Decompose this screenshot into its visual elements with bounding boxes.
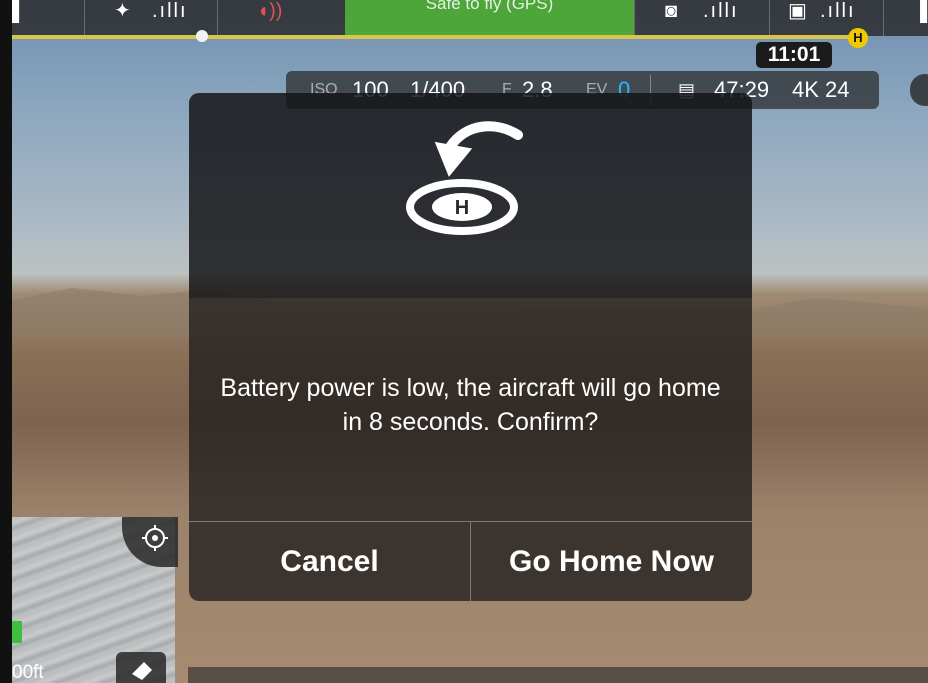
video-signal-bars-icon: .ıllı	[703, 0, 739, 22]
drone-icon: ◙	[665, 0, 678, 22]
go-home-now-button[interactable]: Go Home Now	[471, 522, 752, 601]
bottom-telemetry-bar	[188, 667, 928, 683]
eraser-icon	[132, 662, 152, 680]
safe-to-fly-label: Safe to fly (GPS)	[425, 0, 554, 13]
flight-mode-icon: ▌	[12, 0, 27, 22]
satellite-icon: ✦	[114, 0, 131, 22]
gps-signal-bars-icon: .ıllı	[152, 0, 188, 22]
status-bar: ▌ ✦ .ıllı ◖)) Safe to fly (GPS) ◙ .ıllı …	[12, 0, 928, 36]
remote-signal-segment[interactable]: ◖))	[217, 0, 346, 36]
dialog-message: Battery power is low, the aircraft will …	[220, 374, 721, 436]
camera-view: ▌ ✦ .ıllı ◖)) Safe to fly (GPS) ◙ .ıllı …	[12, 0, 928, 683]
flight-time-remaining: 11:01	[756, 42, 832, 68]
clear-path-button[interactable]	[116, 652, 166, 683]
map-scale-label: 00ft	[12, 662, 44, 683]
cancel-button[interactable]: Cancel	[189, 522, 470, 601]
battery-segment[interactable]: ▐	[883, 0, 928, 36]
battery-icon: ▐	[913, 0, 928, 22]
safe-to-fly-banner[interactable]: Safe to fly (GPS)	[345, 0, 634, 36]
status-segment-mode[interactable]: ▌	[12, 0, 85, 36]
return-home-dialog: H Battery power is low, the aircraft wil…	[189, 93, 752, 601]
remote-signal-icon: ◖))	[257, 0, 283, 22]
map-aircraft-marker	[12, 621, 22, 643]
home-point-marker: H	[848, 28, 868, 48]
hd-signal-bars-icon: .ıllı	[820, 0, 856, 22]
left-black-border	[0, 0, 12, 683]
video-format: 4K 24	[792, 77, 850, 102]
return-to-home-icon: H	[406, 121, 523, 235]
hd-icon: ▣	[788, 0, 807, 22]
svg-text:H: H	[455, 197, 469, 219]
flight-time-bar	[12, 35, 862, 39]
crosshair-icon	[142, 525, 168, 551]
hd-signal-segment[interactable]: ▣ .ıllı	[768, 0, 884, 36]
camera-side-button[interactable]	[910, 74, 928, 106]
flight-time-position-dot	[196, 30, 208, 42]
video-signal-segment[interactable]: ◙ .ıllı	[634, 0, 770, 36]
